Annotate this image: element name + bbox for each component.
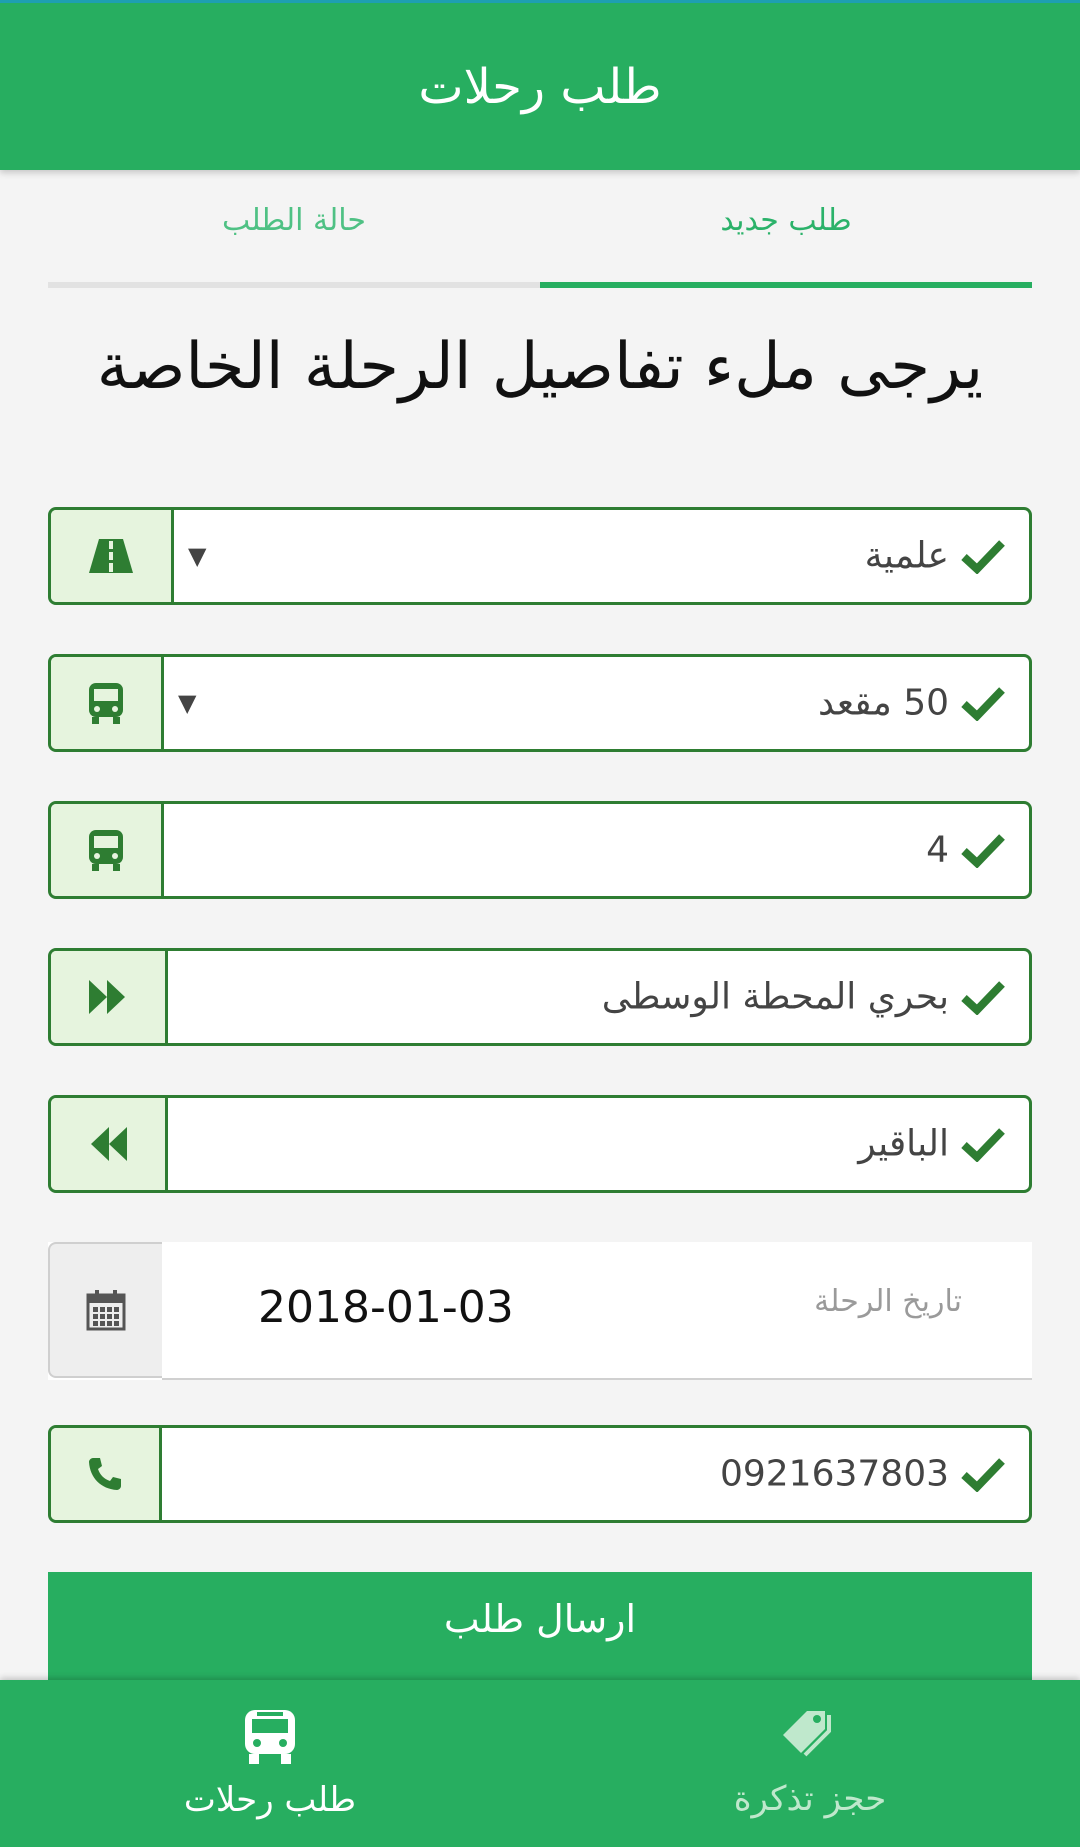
bus-icon-box — [51, 804, 164, 896]
from-location-value: بحري المحطة الوسطى — [601, 976, 949, 1018]
nav-ticket-booking-label: حجز تذكرة — [733, 1778, 887, 1819]
phone-input[interactable]: 0921637803 — [48, 1425, 1032, 1523]
to-location-value: الباقير — [858, 1123, 949, 1165]
app-header: طلب رحلات — [0, 0, 1080, 170]
trip-date-field[interactable]: تاريخ الرحلة 2018-01-03 — [48, 1242, 1032, 1380]
to-location-input[interactable]: الباقير — [48, 1095, 1032, 1193]
tab-new-request-label: طلب جديد — [720, 202, 852, 238]
trip-type-value: علمية — [864, 535, 949, 577]
app-title: طلب رحلات — [418, 58, 662, 115]
tab-bar: حالة الطلب طلب جديد — [48, 170, 1032, 288]
bus-icon — [245, 1709, 295, 1764]
phone-icon — [89, 1458, 121, 1490]
tab-new-request-indicator — [540, 282, 1032, 288]
trip-date-label: تاريخ الرحلة — [814, 1284, 962, 1319]
seats-select[interactable]: ▼ 50 مقعد — [48, 654, 1032, 752]
check-icon — [961, 540, 1005, 574]
rewind-icon-box — [51, 1098, 168, 1190]
fast-forward-icon — [89, 980, 125, 1014]
page-heading: يرجى ملء تفاصيل الرحلة الخاصة — [96, 330, 984, 404]
bus-icon — [89, 830, 123, 871]
check-icon — [961, 687, 1005, 721]
submit-request-button[interactable]: ارسال طلب — [48, 1572, 1032, 1680]
phone-value: 0921637803 — [719, 1453, 949, 1495]
dropdown-arrow-icon[interactable]: ▼ — [178, 689, 196, 717]
tab-request-status[interactable]: حالة الطلب — [48, 170, 540, 288]
forward-icon-box — [51, 951, 168, 1043]
trip-date-value[interactable]: 2018-01-03 — [258, 1282, 514, 1333]
check-icon — [961, 834, 1005, 868]
dropdown-arrow-icon[interactable]: ▼ — [188, 542, 206, 570]
road-icon-box — [51, 510, 174, 602]
road-icon — [89, 539, 133, 573]
nav-trip-request[interactable]: طلب رحلات — [0, 1680, 540, 1847]
phone-icon-box — [51, 1428, 162, 1520]
bus-icon-box — [51, 657, 164, 749]
tab-new-request[interactable]: طلب جديد — [540, 170, 1032, 288]
from-location-input[interactable]: بحري المحطة الوسطى — [48, 948, 1032, 1046]
tab-request-status-label: حالة الطلب — [222, 202, 366, 238]
trip-date-underline — [162, 1378, 1032, 1380]
check-icon — [961, 1458, 1005, 1492]
rewind-icon — [91, 1127, 127, 1161]
calendar-icon — [86, 1290, 126, 1331]
tag-icon — [783, 1710, 831, 1756]
check-icon — [961, 1128, 1005, 1162]
submit-request-label: ارسال طلب — [443, 1597, 637, 1641]
check-icon — [961, 981, 1005, 1015]
tab-request-status-underline — [48, 282, 540, 288]
bus-count-input[interactable]: 4 — [48, 801, 1032, 899]
seats-value: 50 مقعد — [817, 682, 949, 724]
bus-icon — [89, 683, 123, 724]
nav-ticket-booking[interactable]: حجز تذكرة — [540, 1680, 1080, 1847]
trip-type-select[interactable]: ▼ علمية — [48, 507, 1032, 605]
bus-count-value: 4 — [926, 829, 949, 871]
bottom-navigation: طلب رحلات حجز تذكرة — [0, 1680, 1080, 1847]
calendar-icon-box — [48, 1242, 162, 1378]
nav-trip-request-label: طلب رحلات — [183, 1779, 357, 1820]
